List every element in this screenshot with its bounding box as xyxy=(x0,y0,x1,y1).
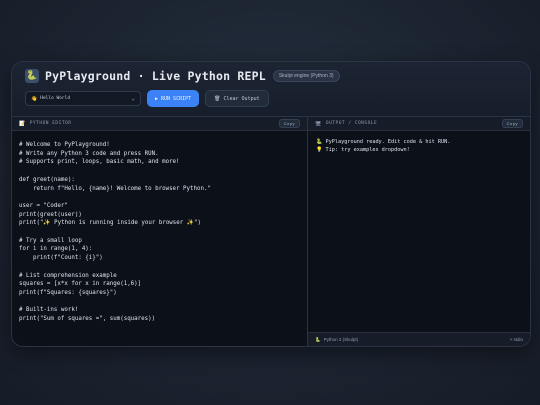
lightbulb-icon: 💡 xyxy=(316,146,323,153)
header: 🐍 PyPlayground · Live Python REPL Skulpt… xyxy=(12,62,530,117)
chevron-down-icon: ⌄ xyxy=(131,95,135,102)
panes: 📝 PYTHON EDITOR Copy # Welcome to PyPlay… xyxy=(12,117,530,346)
run-script-label: RUN SCRIPT xyxy=(161,95,192,102)
editor-pane: 📝 PYTHON EDITOR Copy # Welcome to PyPlay… xyxy=(12,117,308,346)
memo-icon: 📝 xyxy=(19,120,26,127)
console-line: 🐍 PyPlayground ready. Edit code & hit RU… xyxy=(316,139,522,147)
output-title: OUTPUT / CONSOLE xyxy=(325,121,378,126)
example-select-value: Hello World xyxy=(40,96,71,101)
copy-code-button[interactable]: Copy xyxy=(278,119,300,128)
app-window: 🐍 PyPlayground · Live Python REPL Skulpt… xyxy=(11,61,531,347)
snake-icon: 🐍 xyxy=(316,139,323,145)
play-icon: ▶ xyxy=(155,95,159,102)
copy-output-button[interactable]: Copy xyxy=(501,119,523,128)
trash-icon: 🗑 xyxy=(214,95,221,102)
title-row: 🐍 PyPlayground · Live Python REPL Skulpt… xyxy=(25,69,340,83)
app-title: PyPlayground · Live Python REPL xyxy=(45,69,266,83)
example-select[interactable]: 👋 Hello World ⌄ xyxy=(25,91,141,106)
clear-output-label: Clear Output xyxy=(223,95,260,102)
console-line-text: PyPlayground ready. Edit code & hit RUN. xyxy=(325,139,451,145)
console-output: 🐍 PyPlayground ready. Edit code & hit RU… xyxy=(308,131,530,162)
console-line-text: Tip: try examples dropdown! xyxy=(325,146,410,153)
status-text: Python 3 (Skulpt) xyxy=(323,337,359,342)
editor-title: PYTHON EDITOR xyxy=(29,121,72,126)
console-line: 💡 Tip: try examples dropdown! xyxy=(316,147,522,155)
snake-icon: 🐍 xyxy=(315,336,321,342)
code-editor[interactable]: # Welcome to PyPlayground! # Write any P… xyxy=(12,131,307,334)
status-stream: > stdio xyxy=(509,337,523,342)
wave-icon: 👋 xyxy=(31,95,38,102)
engine-badge: Skulpt engine (Python 3) xyxy=(272,70,340,82)
output-pane: 🖥 OUTPUT / CONSOLE Copy 🐍 PyPlayground r… xyxy=(308,117,530,346)
run-script-button[interactable]: ▶ RUN SCRIPT xyxy=(147,90,200,107)
toolbar: 👋 Hello World ⌄ ▶ RUN SCRIPT 🗑 Clear Out… xyxy=(25,90,269,107)
clear-output-button[interactable]: 🗑 Clear Output xyxy=(205,90,269,107)
editor-header: 📝 PYTHON EDITOR Copy xyxy=(12,117,307,131)
monitor-icon: 🖥 xyxy=(315,120,322,127)
output-header: 🖥 OUTPUT / CONSOLE Copy xyxy=(308,117,530,131)
python-logo-icon: 🐍 xyxy=(25,69,39,83)
status-bar: 🐍 Python 3 (Skulpt) > stdio xyxy=(308,332,530,346)
